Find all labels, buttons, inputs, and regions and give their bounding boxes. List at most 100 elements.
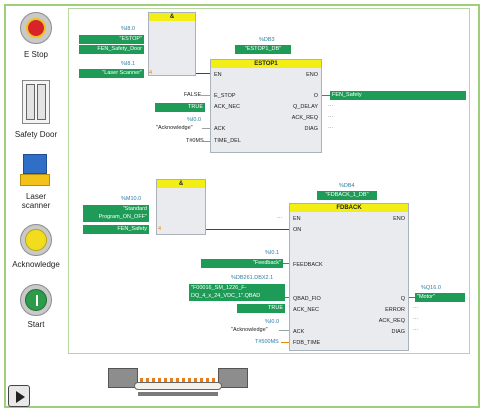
estop-icon <box>26 18 46 38</box>
fdback-db-name[interactable]: "FDBACK_1_DB" <box>317 191 377 200</box>
conveyor-stand-icon <box>138 392 218 396</box>
and1-to-estop-wire <box>196 73 210 74</box>
laser-scanner-icon <box>23 154 47 174</box>
fdback-time-value[interactable]: T#500MS <box>255 339 279 345</box>
laser-scanner-button[interactable] <box>20 154 50 188</box>
fdback-db-addr: %DB4 <box>339 183 355 189</box>
estop-pin-e-stop: E_STOP <box>214 93 236 99</box>
and2-in1-addr: %M10.0 <box>121 196 142 202</box>
fdback-qbad-wire <box>285 297 289 298</box>
fdback-qbad-tag[interactable]: "F00016_SM_1226_F-DQ_4_x_24_VDC_1".QBAD <box>189 284 285 301</box>
sidebar: E Stop Safety Door Laser scanner Acknowl… <box>6 6 66 406</box>
acknowledge-icon <box>25 229 47 251</box>
fdback-qbad-addr: %DB261.DBX2.1 <box>231 275 274 281</box>
fdback-pin-qbad-fio: QBAD_FIO <box>293 296 321 302</box>
acknowledge-label: Acknowledge <box>12 260 60 269</box>
and2-in2-connector: 4 <box>158 226 162 232</box>
laser-scanner-label: Laser scanner <box>21 192 51 210</box>
conveyor-belt-icon <box>134 382 222 390</box>
conveyor-right-housing-icon <box>218 368 248 388</box>
estop-label: E Stop <box>23 50 48 59</box>
and2-to-fdback-wire <box>206 229 289 230</box>
door-icon-right <box>37 84 46 120</box>
and1-in3-connector: 4 <box>149 70 153 76</box>
laser-scanner-base-icon <box>20 174 50 186</box>
safety-door-label: Safety Door <box>14 130 58 139</box>
start-button[interactable] <box>20 284 52 316</box>
fdback-feedback-addr: %I0.1 <box>265 250 280 256</box>
fdback-pin-ack-nec: ACK_NEC <box>293 307 319 313</box>
and1-in3-addr: %I8.1 <box>121 61 136 67</box>
door-icon <box>26 84 35 120</box>
fdback-ack-nec-value[interactable]: TRUE <box>237 304 285 313</box>
fdback-pin-en: EN <box>293 216 301 222</box>
acknowledge-button[interactable] <box>20 224 52 256</box>
fdback-block-title: FDBACK <box>290 204 408 212</box>
and-block-2-title: & <box>157 180 205 188</box>
estop-button[interactable] <box>20 12 52 44</box>
estop-ack-tag[interactable]: "Acknowledge" <box>156 125 193 131</box>
estop-pin-en: EN <box>214 72 222 78</box>
estop-pin-time-del: TIME_DEL <box>214 138 241 144</box>
fdback-time-wire <box>281 342 289 343</box>
fdback-en-input[interactable]: ... <box>277 214 282 220</box>
estop-ack-wire <box>202 128 210 129</box>
and-block-1-title: & <box>149 13 195 21</box>
fdback-q-addr: %Q16.0 <box>421 285 441 291</box>
and1-in2-tag[interactable]: FEN_Safety_Door <box>79 45 144 54</box>
fdback-error-output[interactable]: ... <box>413 304 418 310</box>
and1-in3-tag[interactable]: "Laser Scanner" <box>79 69 144 78</box>
estop-ack-req-output[interactable]: ... <box>328 113 333 119</box>
and2-in2-tag[interactable]: FEN_Safety <box>83 225 149 234</box>
ladder-canvas: & %I8.0 "ESTOP" FEN_Safety_Door %I8.1 "L… <box>68 8 470 354</box>
fdback-ack-tag[interactable]: "Acknowledge" <box>231 327 268 333</box>
fdback-pin-eno: ENO <box>393 216 405 222</box>
estop-estop-value[interactable]: FALSE <box>184 92 201 98</box>
estop-pin-diag: DIAG <box>304 126 318 132</box>
fdback-pin-fdb-time: FDB_TIME <box>293 340 321 346</box>
and2-in1-tag[interactable]: "Standard Program_ON_OFF" <box>83 205 149 222</box>
estop-db-addr: %DB3 <box>259 37 275 43</box>
estop-pin-o: O <box>313 93 318 99</box>
safety-door-button[interactable] <box>22 80 50 124</box>
conveyor-illustration <box>108 368 248 398</box>
fdback-pin-ack: ACK <box>293 329 305 335</box>
and-block-1[interactable]: & <box>148 12 196 76</box>
estop-block-title: ESTOP1 <box>211 60 321 68</box>
play-button[interactable] <box>8 385 30 407</box>
fdback-ack-addr: %I0.0 <box>265 319 280 325</box>
fdback-ack-req-output[interactable]: ... <box>413 315 418 321</box>
fdback-ack-wire <box>279 330 289 331</box>
estop-diag-output[interactable]: ... <box>328 124 333 130</box>
estop-o-wire <box>322 95 330 96</box>
start-icon <box>25 289 47 311</box>
estop-db-name[interactable]: "ESTOP1_DB" <box>235 45 291 54</box>
bottom-panel <box>68 356 470 404</box>
estop-estop-wire <box>201 95 210 96</box>
fdback-pin-on: ON <box>293 227 302 233</box>
estop-pin-ack-nec: ACK_NEC <box>214 104 240 110</box>
estop-pin-q-delay: Q_DELAY <box>293 104 318 110</box>
estop-pin-eno: ENO <box>306 72 318 78</box>
start-label: Start <box>27 320 45 329</box>
estop-time-wire <box>202 141 210 142</box>
estop-pin-ack-req: ACK_REQ <box>291 115 318 121</box>
and1-in1-addr: %I8.0 <box>121 26 136 32</box>
estop-block[interactable]: ESTOP1 EN ENO E_STOP O ACK_NEC Q_DELAY A… <box>210 59 322 153</box>
fdback-pin-ack-req: ACK_REQ <box>378 318 405 324</box>
fdback-pin-diag: DIAG <box>391 329 405 335</box>
estop-o-output-tag[interactable]: FEN_Safety <box>330 91 466 100</box>
and1-in1-tag[interactable]: "ESTOP" <box>79 35 144 44</box>
fdback-pin-feedback: FEEDBACK <box>293 262 323 268</box>
fdback-block[interactable]: FDBACK EN ENO ON FEEDBACK QBAD_FIO Q ACK… <box>289 203 409 351</box>
estop-q-delay-output[interactable]: ... <box>328 102 333 108</box>
and-block-2[interactable]: & <box>156 179 206 235</box>
fdback-q-tag[interactable]: "Motor" <box>415 293 465 302</box>
estop-ack-nec-value[interactable]: TRUE <box>155 103 205 112</box>
fdback-pin-q: Q <box>400 296 405 302</box>
fdback-feedback-tag[interactable]: "Feedback" <box>201 259 283 268</box>
fdback-diag-output[interactable]: ... <box>413 326 418 332</box>
fdback-feedback-wire <box>283 263 289 264</box>
estop-ack-addr: %I0.0 <box>187 117 202 123</box>
conveyor-stripes-icon <box>140 378 216 382</box>
